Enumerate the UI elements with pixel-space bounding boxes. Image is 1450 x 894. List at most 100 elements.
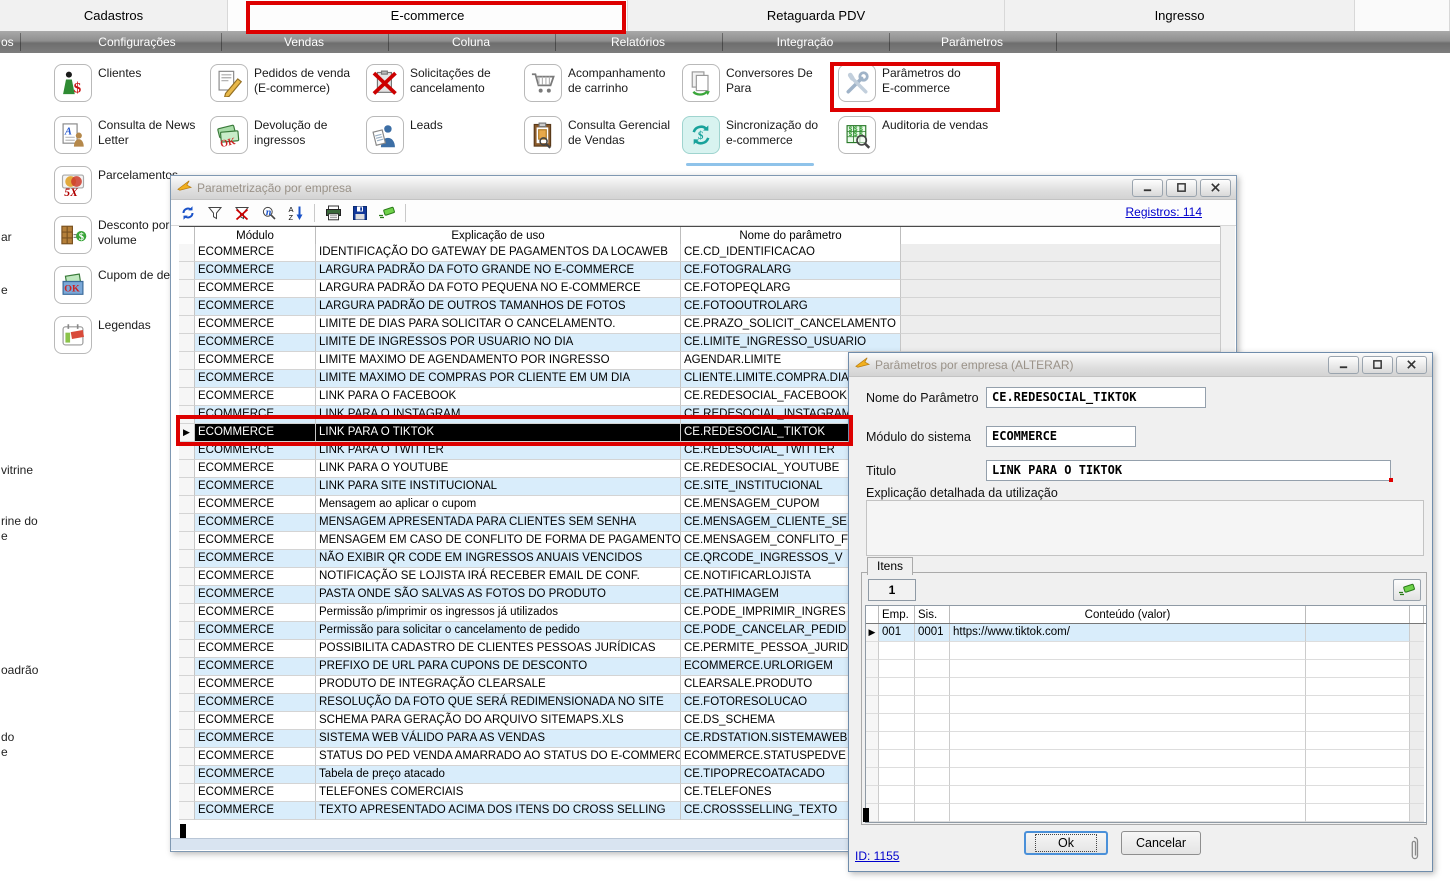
clear-filter-icon[interactable]	[233, 204, 251, 222]
grid-column-header-conteudo-valor[interactable]: Conteúdo (valor)	[950, 606, 1306, 623]
close-button[interactable]	[1396, 356, 1427, 374]
table-row[interactable]: ECOMMERCELARGURA PADRÃO DE OUTROS TAMANH…	[179, 298, 1223, 316]
maximize-button[interactable]	[1362, 356, 1393, 374]
refresh-icon[interactable]	[179, 204, 197, 222]
itens-grid-empty-row[interactable]	[866, 696, 1426, 714]
row-selector-cell	[179, 586, 195, 604]
sync-icon: $	[682, 116, 720, 154]
sidebar-item-parcelamentos[interactable]: 5XParcelamentos	[54, 166, 178, 204]
ribbon-item-acompanhamento[interactable]: Acompanhamento de carrinho	[524, 64, 665, 102]
ribbon-item-consulta-gerencial[interactable]: Consulta Gerencial de Vendas	[524, 116, 670, 154]
itens-grid-empty-row[interactable]	[866, 678, 1426, 696]
ribbon-item-solicitacoes-de[interactable]: Solicitações de cancelamento	[366, 64, 491, 102]
modulo-sistema-field[interactable]: ECOMMERCE	[986, 426, 1136, 447]
itens-grid: Emp.Sis.Conteúdo (valor)▶0010001https://…	[865, 605, 1427, 823]
minimize-button[interactable]	[1328, 356, 1359, 374]
ribbon-item-parametros-do[interactable]: Parâmetros do E-commerce	[838, 64, 961, 102]
itens-count-field[interactable]: 1	[868, 579, 916, 601]
table-row[interactable]: ECOMMERCELIMITE DE INGRESSOS POR USUARIO…	[179, 334, 1223, 352]
itens-grid-empty-row[interactable]	[866, 804, 1426, 822]
tab-ingresso[interactable]: Ingresso	[1005, 0, 1355, 31]
menu-item-clipped[interactable]: os	[1, 31, 14, 53]
itens-grid-empty-row[interactable]	[866, 786, 1426, 804]
tab-retaguarda-pdv[interactable]: Retaguarda PDV	[628, 0, 1005, 31]
column-header-nome-do-parametro[interactable]: Nome do parâmetro	[681, 227, 901, 244]
save-icon[interactable]	[351, 204, 369, 222]
menu-item-configuracoes[interactable]: Configurações	[98, 31, 175, 53]
table-row[interactable]: ECOMMERCELARGURA PADRÃO DA FOTO GRANDE N…	[179, 262, 1223, 280]
sidebar-item-label: Legendas	[98, 318, 151, 333]
sidebar-item-label: Cupom de des	[98, 268, 176, 283]
row-selector-cell	[179, 478, 195, 496]
svg-text:A: A	[64, 126, 72, 137]
filter-icon[interactable]	[206, 204, 224, 222]
cell-extra	[1306, 624, 1410, 642]
id-link[interactable]: ID: 1155	[855, 849, 899, 863]
ribbon-item-auditoria-de-vendas[interactable]: $ $ $$ $ $Auditoria de vendas	[838, 116, 988, 154]
table-row[interactable]: ECOMMERCELIMITE DE DIAS PARA SOLICITAR O…	[179, 316, 1223, 334]
search-icon[interactable]: n	[260, 204, 278, 222]
tab-cadastros[interactable]: Cadastros	[0, 0, 228, 31]
menu-divider	[1056, 33, 1057, 51]
itens-grid-empty-row[interactable]	[866, 714, 1426, 732]
sidebar-item-cupom-de-des[interactable]: OKCupom de des	[54, 266, 176, 304]
svg-text:$: $	[74, 79, 82, 96]
itens-grid-empty-row[interactable]	[866, 768, 1426, 786]
registros-link[interactable]: Registros: 114	[1126, 205, 1202, 219]
row-selector-cell: ▶	[866, 624, 879, 642]
itens-grid-empty-row[interactable]	[866, 750, 1426, 768]
itens-grid-empty-row[interactable]	[866, 732, 1426, 750]
column-header-modulo[interactable]: Módulo	[195, 227, 316, 244]
ribbon-item-leads[interactable]: Leads	[366, 116, 443, 154]
ribbon-item-consulta-de-news[interactable]: AConsulta de News Letter	[54, 116, 195, 154]
window2-titlebar[interactable]: Parâmetros por empresa (ALTERAR)	[849, 353, 1432, 377]
minimize-button[interactable]	[1132, 179, 1163, 197]
cell-modulo: ECOMMERCE	[195, 622, 316, 640]
eraser-button[interactable]	[1393, 579, 1421, 601]
sidebar-item-legendas[interactable]: Legendas	[54, 316, 151, 354]
sidebar-item-label: Desconto por volume	[98, 218, 169, 248]
itens-grid-empty-row[interactable]	[866, 642, 1426, 660]
cell-extra	[1306, 786, 1410, 804]
eraser-icon[interactable]	[378, 204, 396, 222]
menu-item-integracao[interactable]: Integração	[777, 31, 834, 53]
itens-grid-empty-row[interactable]	[866, 660, 1426, 678]
window1-titlebar[interactable]: Parametrização por empresa	[171, 176, 1236, 200]
tab-e-commerce[interactable]: E-commerce	[228, 0, 628, 31]
clipped-label-fragment: oadrão	[1, 663, 38, 677]
table-row[interactable]: ECOMMERCEIDENTIFICAÇÃO DO GATEWAY DE PAG…	[179, 244, 1223, 262]
close-button[interactable]	[1200, 179, 1231, 197]
menu-item-vendas[interactable]: Vendas	[284, 31, 324, 53]
toolbar-separator	[314, 204, 315, 222]
cell-explicacao: PREFIXO DE URL PARA CUPONS DE DESCONTO	[316, 658, 681, 676]
ribbon-item-conversores-de[interactable]: Conversores De Para	[682, 64, 813, 102]
ribbon-item-sincronizacao-do[interactable]: $Sincronização do e-commerce	[682, 116, 818, 154]
ribbon-item-clientes[interactable]: $Clientes	[54, 64, 141, 102]
print-icon[interactable]	[324, 204, 342, 222]
column-header-explicacao-de-uso[interactable]: Explicação de uso	[316, 227, 681, 244]
cancel-button[interactable]: Cancelar	[1121, 831, 1201, 855]
table-row[interactable]: ECOMMERCELARGURA PADRÃO DA FOTO PEQUENA …	[179, 280, 1223, 298]
menu-item-relatorios[interactable]: Relatórios	[611, 31, 665, 53]
nome-parametro-field[interactable]: CE.REDESOCIAL_TIKTOK	[986, 387, 1206, 408]
sidebar-item-desconto-por[interactable]: =$Desconto por volume	[54, 216, 169, 254]
menubar: os Configurações Vendas Coluna Relatórios Int…	[0, 31, 1450, 53]
grid-column-header-emp[interactable]: Emp.	[879, 606, 915, 623]
grid-column-header-sis[interactable]: Sis.	[915, 606, 950, 623]
itens-grid-row-selected[interactable]: ▶0010001https://www.tiktok.com/	[866, 624, 1426, 642]
ribbon-item-devolucao-de[interactable]: OKDevolução de ingressos	[210, 116, 327, 154]
cell-conteudo	[950, 660, 1306, 678]
titulo-field[interactable]: LINK PARA O TIKTOK	[986, 460, 1391, 481]
row-selector-cell	[179, 388, 195, 406]
maximize-button[interactable]	[1166, 179, 1197, 197]
menu-item-coluna[interactable]: Coluna	[452, 31, 490, 53]
cell-explicacao: MENSAGEM APRESENTADA PARA CLIENTES SEM S…	[316, 514, 681, 532]
itens-grid-header: Emp.Sis.Conteúdo (valor)	[866, 606, 1426, 624]
cell-modulo: ECOMMERCE	[195, 442, 316, 460]
sort-az-icon[interactable]: AZ	[287, 204, 305, 222]
ribbon-item-label: Parâmetros do E-commerce	[882, 66, 961, 96]
ribbon-item-pedidos-de-venda[interactable]: Pedidos de venda (E-commerce)	[210, 64, 350, 102]
menu-item-parametros[interactable]: Parâmetros	[941, 31, 1003, 53]
ok-button[interactable]: Ok	[1024, 831, 1108, 855]
explicacao-textarea[interactable]	[866, 500, 1424, 556]
